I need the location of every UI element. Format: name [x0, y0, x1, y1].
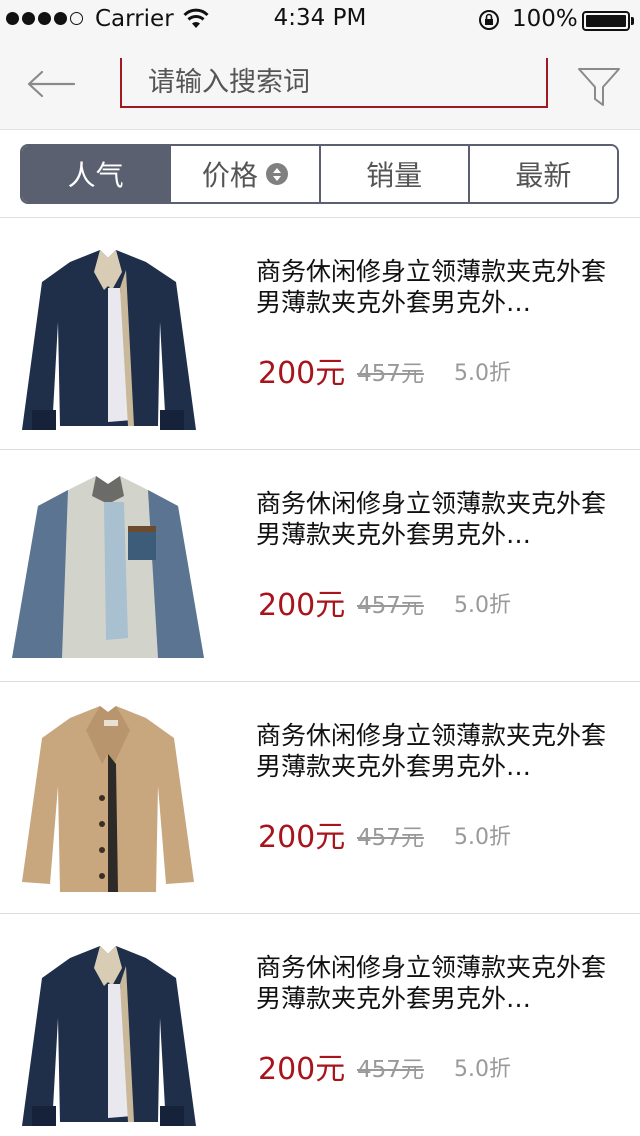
- tab-popularity[interactable]: 人气: [22, 146, 172, 202]
- product-price: 200元: [258, 1052, 346, 1087]
- product-item[interactable]: 商务休闲修身立领薄款夹克外套男薄款夹克外套男克外… 200元 457元 5.0折: [0, 218, 640, 450]
- tab-newest[interactable]: 最新: [469, 146, 617, 202]
- status-bar: Carrier 4:34 PM 100%: [0, 0, 640, 40]
- product-price: 200元: [258, 588, 346, 623]
- product-discount: 5.0折: [454, 593, 511, 618]
- product-item[interactable]: 商务休闲修身立领薄款夹克外套男薄款夹克外套男克外… 200元 457元 5.0折: [0, 450, 640, 682]
- product-price: 200元: [258, 356, 346, 391]
- product-list: 商务休闲修身立领薄款夹克外套男薄款夹克外套男克外… 200元 457元 5.0折…: [0, 218, 640, 1136]
- rotation-lock-icon: [479, 10, 499, 30]
- search-input[interactable]: [122, 58, 546, 106]
- sort-icon: [265, 163, 288, 185]
- product-title: 商务休闲修身立领薄款夹克外套男薄款夹克外套男克外…: [256, 257, 607, 317]
- arrow-left-icon[interactable]: [26, 66, 76, 102]
- tab-label: 销量: [366, 159, 423, 192]
- navy-jacket-image: [22, 250, 196, 430]
- tab-label: 人气: [67, 159, 124, 192]
- tab-price[interactable]: 价格: [171, 146, 321, 202]
- product-title: 商务休闲修身立领薄款夹克外套男薄款夹克外套男克外…: [256, 489, 607, 549]
- product-item[interactable]: 商务休闲修身立领薄款夹克外套男薄款夹克外套男克外… 200元 457元 5.0折: [0, 682, 640, 914]
- product-original-price: 457元: [357, 1057, 424, 1083]
- khaki-jacket-image: [22, 706, 194, 892]
- search-box[interactable]: [120, 58, 548, 108]
- product-title: 商务休闲修身立领薄款夹克外套男薄款夹克外套男克外…: [256, 721, 607, 781]
- grey-jacket-image: [12, 476, 204, 658]
- product-discount: 5.0折: [454, 825, 511, 850]
- product-original-price: 457元: [357, 361, 424, 387]
- battery-icon: [582, 11, 634, 31]
- funnel-icon[interactable]: [576, 66, 622, 108]
- product-discount: 5.0折: [454, 361, 511, 386]
- tab-label: 最新: [515, 159, 572, 192]
- navigation-bar: [0, 40, 640, 130]
- navy-jacket-image: [22, 946, 196, 1126]
- product-original-price: 457元: [357, 825, 424, 851]
- product-item[interactable]: 商务休闲修身立领薄款夹克外套男薄款夹克外套男克外… 200元 457元 5.0折: [0, 914, 640, 1136]
- product-original-price: 457元: [357, 593, 424, 619]
- product-discount: 5.0折: [454, 1057, 511, 1082]
- tab-sales[interactable]: 销量: [320, 146, 470, 202]
- product-price: 200元: [258, 820, 346, 855]
- sort-tabs: 人气 价格 销量 最新: [20, 144, 619, 204]
- sort-tabs-bar: 人气 价格 销量 最新: [0, 130, 640, 218]
- product-title: 商务休闲修身立领薄款夹克外套男薄款夹克外套男克外…: [256, 953, 607, 1013]
- tab-label: 价格: [201, 159, 258, 192]
- battery-percentage: 100%: [512, 6, 578, 32]
